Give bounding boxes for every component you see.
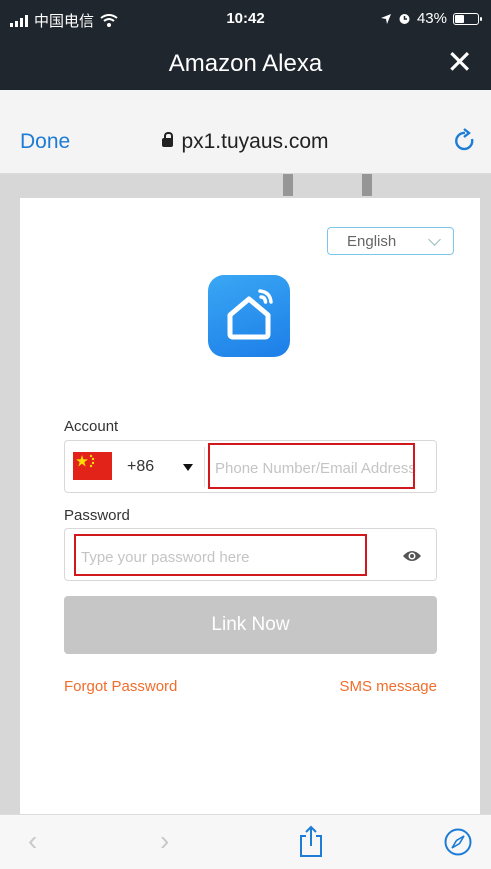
caret-down-icon[interactable] [183,464,193,471]
alarm-icon [399,14,410,24]
status-bar: 中国电信 10:42 43% [0,0,491,38]
account-highlight-box [208,443,415,489]
battery-percent: 43% [416,10,447,27]
compass-icon[interactable] [444,828,472,856]
language-select[interactable]: English [327,227,454,255]
password-highlight-box [74,534,367,576]
language-value: English [347,233,397,250]
background-streak [283,174,293,196]
browser-toolbar: ‹ › [0,814,491,869]
address-display[interactable]: px1.tuyaus.com [0,130,491,154]
battery-fill [455,14,464,23]
lock-icon [162,132,174,147]
login-card: English Account +86 Password [20,198,480,814]
country-code[interactable]: +86 [127,458,154,476]
eye-icon[interactable] [402,549,422,563]
flag-stars [76,454,95,468]
toolbar-spacer [0,90,491,118]
forward-button[interactable]: › [160,825,169,857]
app-logo [208,275,290,357]
page-title: Amazon Alexa [168,50,323,77]
close-icon[interactable]: ✕ [446,46,473,78]
status-right: 43% [380,10,482,27]
background-streak [362,174,372,196]
title-bar: Amazon Alexa ✕ [0,38,491,90]
forgot-password-link[interactable]: Forgot Password [64,678,177,695]
url-bar: Done px1.tuyaus.com [0,118,491,174]
home-wifi-icon [227,289,273,340]
account-label: Account [64,418,119,435]
chevron-down-icon [428,233,441,246]
password-label: Password [64,507,130,524]
location-arrow-icon [380,13,391,24]
battery-icon [453,12,482,25]
share-icon[interactable] [298,825,324,857]
url-text: px1.tuyaus.com [181,130,329,153]
link-now-button[interactable]: Link Now [64,596,437,654]
field-divider [204,447,205,487]
sms-message-link[interactable]: SMS message [339,678,437,695]
back-button[interactable]: ‹ [28,825,37,857]
china-flag-icon[interactable] [73,452,112,480]
reload-icon[interactable] [453,128,477,154]
